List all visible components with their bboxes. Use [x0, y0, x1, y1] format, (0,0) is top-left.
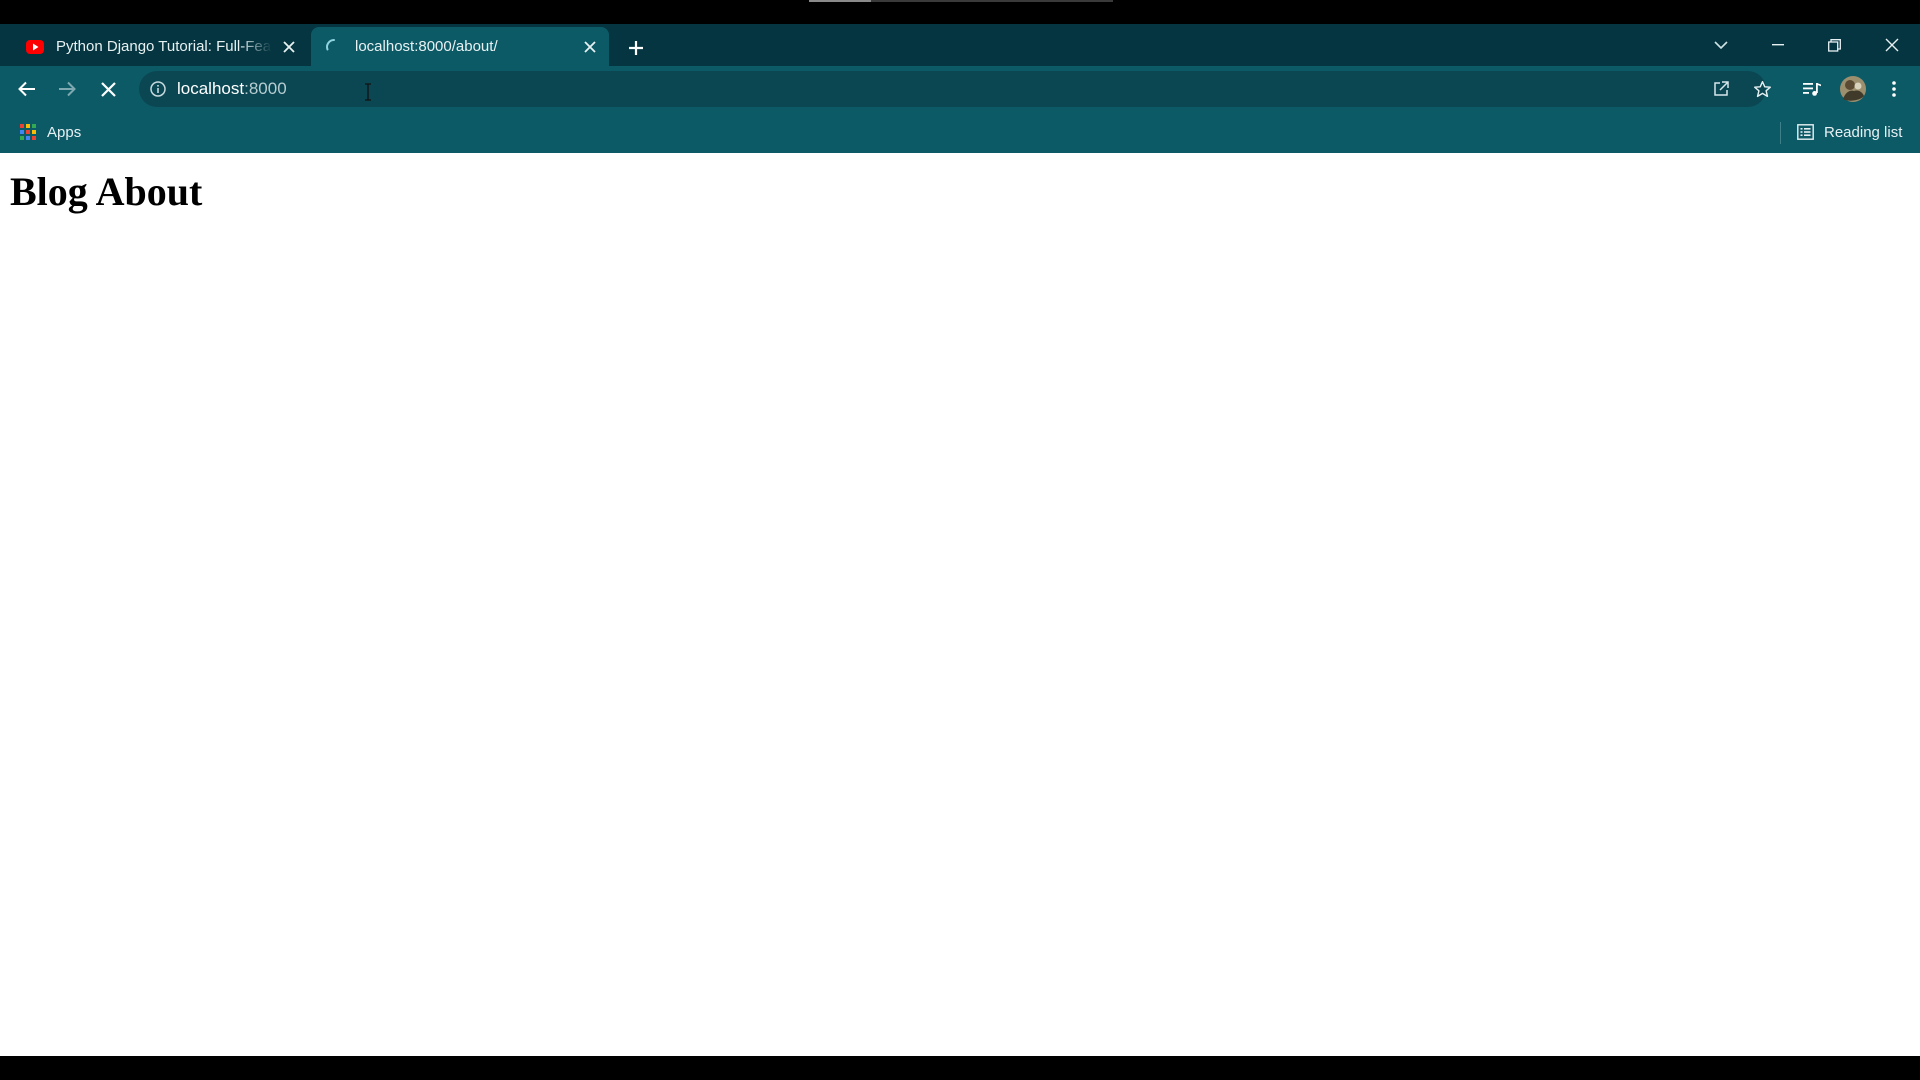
apps-label: Apps	[47, 123, 82, 141]
minimize-button[interactable]	[1749, 24, 1806, 66]
stop-loading-button[interactable]	[92, 73, 124, 105]
restore-button[interactable]	[1806, 24, 1863, 66]
reading-list-button[interactable]: Reading list	[1796, 120, 1902, 144]
tab-localhost-about[interactable]: localhost:8000/about/	[311, 27, 609, 66]
url-host: localhost	[177, 79, 245, 98]
reading-list-label: Reading list	[1824, 123, 1903, 141]
avatar	[1840, 76, 1866, 102]
tab-title: localhost:8000/about/	[355, 38, 498, 55]
new-tab-button[interactable]	[622, 34, 650, 62]
back-button[interactable]	[11, 73, 43, 105]
tab-title: Python Django Tutorial: Full-Featured We…	[56, 38, 272, 55]
restore-icon	[1828, 38, 1841, 52]
plus-icon	[629, 41, 643, 55]
more-vertical-icon	[1892, 81, 1896, 97]
screen-top-bar	[0, 0, 1920, 24]
close-icon	[1885, 38, 1898, 52]
url-text[interactable]: localhost:8000	[177, 71, 287, 107]
forward-arrow-icon	[59, 81, 76, 97]
stop-icon	[100, 81, 116, 97]
profile-button[interactable]	[1837, 73, 1869, 105]
page-title: Blog About	[10, 169, 203, 214]
url-port: :8000	[244, 79, 287, 98]
screen-bottom-bar	[0, 1056, 1920, 1080]
bookmark-star-button[interactable]	[1750, 77, 1774, 101]
share-icon	[1714, 81, 1729, 96]
media-controls-button[interactable]	[1796, 73, 1828, 105]
chevron-down-icon	[1713, 40, 1728, 49]
apps-shortcut[interactable]: Apps	[19, 120, 81, 144]
tab-strip: Python Django Tutorial: Full-Featured We…	[0, 24, 1920, 66]
browser-window: Python Django Tutorial: Full-Featured We…	[0, 24, 1920, 1056]
info-icon[interactable]	[149, 80, 167, 98]
bookmarks-divider	[1780, 122, 1781, 144]
playlist-music-icon	[1803, 83, 1821, 96]
back-arrow-icon	[18, 81, 35, 97]
apps-grid-icon	[19, 123, 37, 141]
top-indicator	[809, 0, 1113, 2]
tab-django-tutorial[interactable]: Python Django Tutorial: Full-Featured We…	[12, 27, 308, 66]
forward-button[interactable]	[51, 73, 83, 105]
text-cursor-icon	[365, 83, 371, 101]
address-bar[interactable]: localhost:8000	[139, 71, 1771, 107]
loading-spinner-icon	[325, 38, 343, 56]
tab-search-button[interactable]	[1692, 24, 1749, 66]
close-tab-icon[interactable]	[278, 36, 300, 58]
star-icon	[1753, 80, 1771, 97]
menu-button[interactable]	[1878, 73, 1910, 105]
close-tab-icon[interactable]	[579, 36, 601, 58]
window-controls	[1692, 24, 1920, 66]
bookmarks-bar: Apps Reading list	[0, 112, 1920, 153]
reading-list-icon	[1796, 123, 1814, 141]
page-content: Blog About	[0, 153, 1920, 1056]
toolbar: localhost:8000	[0, 66, 1920, 112]
close-window-button[interactable]	[1863, 24, 1920, 66]
minimize-icon	[1771, 44, 1784, 46]
share-button[interactable]	[1709, 77, 1733, 101]
youtube-icon	[26, 38, 44, 56]
